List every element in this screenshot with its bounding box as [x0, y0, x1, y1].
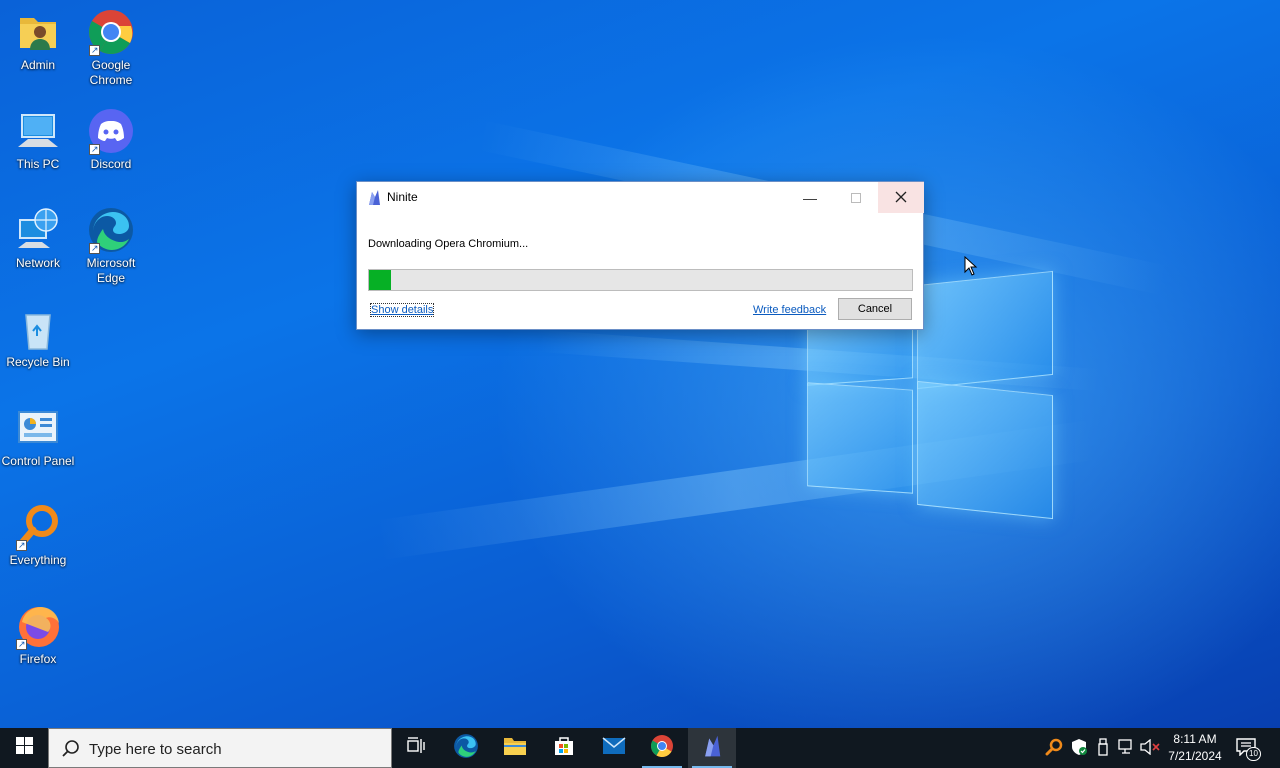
write-feedback-link[interactable]: Write feedback — [753, 304, 826, 316]
shield-icon — [1070, 738, 1088, 759]
download-progress-bar — [368, 269, 913, 291]
file-explorer-icon — [503, 736, 527, 761]
taskbar-chrome[interactable] — [638, 728, 686, 768]
dialog-titlebar[interactable]: Ninite — — [357, 182, 924, 213]
desktop-icon-label: Control Panel — [1, 454, 75, 468]
task-view-button[interactable] — [392, 728, 440, 768]
progress-fill — [369, 270, 391, 290]
clock-date: 7/21/2024 — [1168, 749, 1222, 763]
taskbar-clock[interactable]: 8:11 AM 7/21/2024 — [1160, 731, 1230, 765]
taskbar-search-box[interactable]: Type here to search — [48, 728, 392, 768]
tray-security[interactable] — [1069, 738, 1089, 758]
user-folder-icon — [14, 8, 62, 56]
desktop-icon-recycle-bin[interactable]: Recycle Bin — [0, 305, 76, 370]
desktop-icon-label: Admin — [20, 58, 55, 72]
desktop-icon-label: Network — [15, 256, 60, 270]
everything-search-icon — [1045, 738, 1063, 759]
desktop-icon-control-panel[interactable]: Control Panel — [0, 404, 76, 469]
network-icon — [14, 206, 62, 254]
ninite-dialog: Ninite — Downloading Opera Chromium... S… — [356, 181, 924, 330]
everything-search-icon — [14, 503, 62, 553]
desktop-icon-microsoft-edge[interactable]: Microsoft Edge — [73, 206, 149, 286]
chrome-icon — [87, 8, 135, 58]
search-icon — [61, 739, 81, 759]
search-placeholder: Type here to search — [89, 741, 222, 758]
clock-time: 8:11 AM — [1173, 732, 1217, 746]
ninite-icon — [701, 734, 723, 763]
taskbar-file-explorer[interactable] — [491, 728, 539, 768]
chrome-icon — [650, 734, 674, 763]
close-icon — [895, 190, 907, 206]
firefox-icon — [14, 602, 62, 652]
desktop-icon-network[interactable]: Network — [0, 206, 76, 271]
minimize-button[interactable]: — — [787, 182, 833, 213]
desktop-icon-label: Everything — [9, 553, 67, 567]
mail-icon — [602, 736, 626, 760]
desktop-icon-label: Recycle Bin — [6, 355, 70, 369]
tray-everything[interactable] — [1044, 738, 1064, 758]
taskbar: Type here to search 8:11 AM 7/21/2024 10 — [0, 728, 1280, 768]
desktop-icon-discord[interactable]: Discord — [73, 107, 149, 172]
volume-muted-icon — [1140, 738, 1160, 758]
desktop-icon-label: Firefox — [19, 652, 57, 666]
network-icon — [1118, 738, 1136, 758]
download-status-text: Downloading Opera Chromium... — [368, 238, 529, 250]
desktop-icon-label: This PC — [16, 157, 60, 171]
start-button[interactable] — [0, 728, 48, 768]
tray-network[interactable] — [1117, 738, 1137, 758]
cancel-button[interactable]: Cancel — [838, 298, 912, 320]
usb-device-icon — [1096, 737, 1110, 759]
desktop-icon-this-pc[interactable]: This PC — [0, 107, 76, 172]
mouse-cursor-icon — [964, 255, 978, 276]
desktop-icon-label: Google Chrome — [89, 58, 133, 87]
computer-icon — [14, 107, 62, 155]
desktop-icon-admin[interactable]: Admin — [0, 8, 76, 73]
edge-icon — [453, 733, 479, 764]
desktop-wallpaper — [0, 0, 1280, 728]
desktop-icon-google-chrome[interactable]: Google Chrome — [73, 8, 149, 88]
edge-icon — [87, 206, 135, 256]
action-center-button[interactable]: 10 — [1236, 738, 1261, 761]
tray-usb[interactable] — [1093, 737, 1113, 759]
tray-volume[interactable] — [1140, 738, 1160, 758]
close-button[interactable] — [878, 182, 924, 213]
taskbar-edge[interactable] — [442, 728, 490, 768]
show-details-link[interactable]: Show details — [369, 303, 435, 317]
dialog-title: Ninite — [387, 190, 418, 204]
discord-icon — [87, 107, 135, 157]
minimize-icon: — — [803, 189, 817, 206]
desktop-icon-label: Microsoft Edge — [86, 256, 136, 285]
ninite-icon — [366, 189, 382, 206]
windows-start-icon — [15, 737, 33, 759]
recycle-bin-icon — [14, 305, 62, 353]
taskbar-mail[interactable] — [590, 728, 638, 768]
taskbar-microsoft-store[interactable] — [540, 728, 588, 768]
notification-count-badge: 10 — [1246, 747, 1261, 761]
desktop-icon-label: Discord — [90, 157, 132, 171]
maximize-icon — [851, 192, 861, 203]
desktop-icon-everything[interactable]: Everything — [0, 503, 76, 568]
desktop-icon-firefox[interactable]: Firefox — [0, 602, 76, 667]
maximize-button[interactable] — [833, 182, 879, 213]
control-panel-icon — [14, 404, 62, 452]
taskbar-ninite[interactable] — [688, 728, 736, 768]
task-view-icon — [406, 736, 426, 760]
microsoft-store-icon — [553, 735, 575, 762]
